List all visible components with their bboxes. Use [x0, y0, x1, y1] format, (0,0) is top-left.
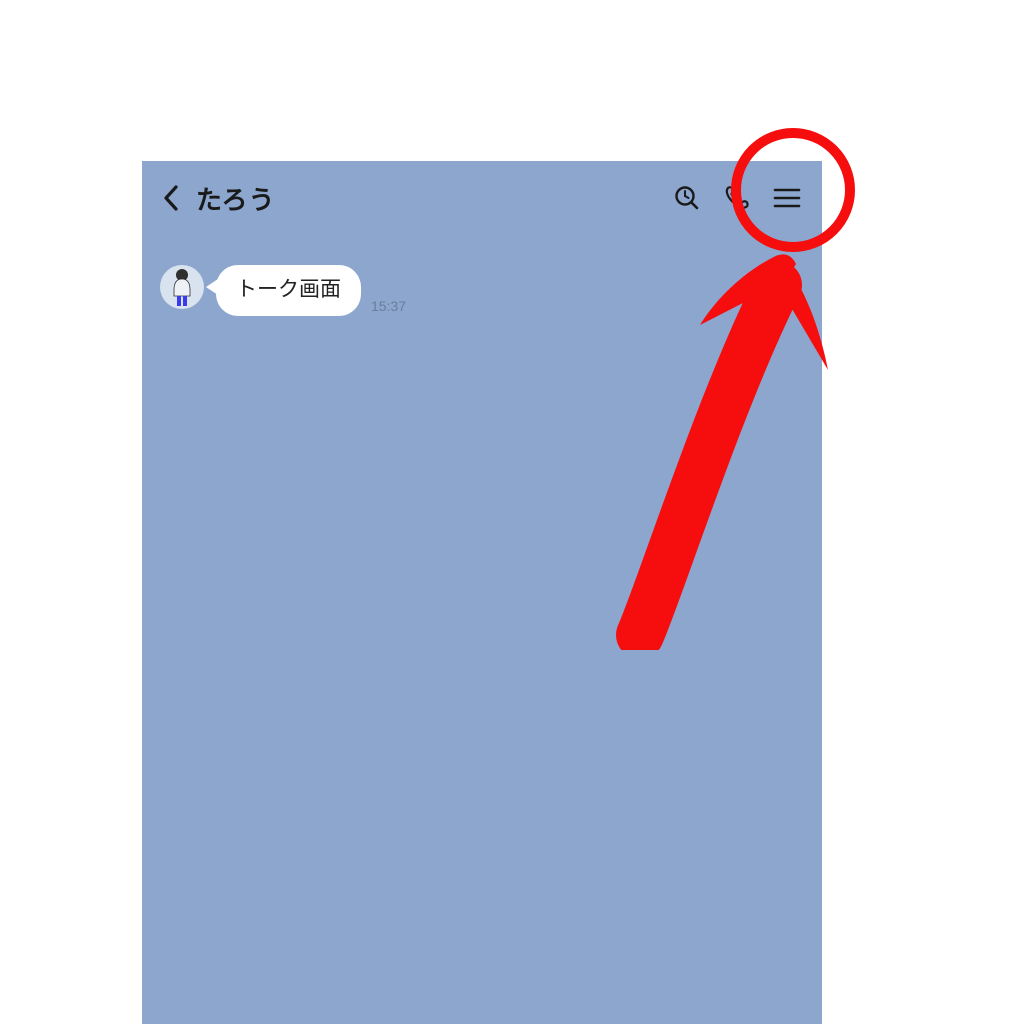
avatar[interactable] [160, 265, 204, 309]
chat-title: たろう [196, 180, 275, 217]
chevron-left-icon [162, 184, 182, 212]
call-button[interactable] [712, 173, 762, 223]
back-button[interactable] [152, 178, 192, 218]
chat-header: たろう [142, 161, 822, 235]
hamburger-menu-icon [773, 187, 801, 209]
phone-icon [723, 184, 751, 212]
menu-button[interactable] [762, 173, 812, 223]
avatar-figure-icon [165, 266, 199, 308]
message-text: トーク画面 [236, 278, 341, 301]
search-button[interactable] [662, 173, 712, 223]
message-list[interactable]: トーク画面 15:37 [142, 235, 822, 346]
search-icon [673, 184, 701, 212]
message-timestamp: 15:37 [371, 298, 406, 314]
chat-window: たろう [142, 161, 822, 1024]
message-bubble[interactable]: トーク画面 [216, 265, 361, 316]
message-row: トーク画面 15:37 [160, 265, 804, 316]
